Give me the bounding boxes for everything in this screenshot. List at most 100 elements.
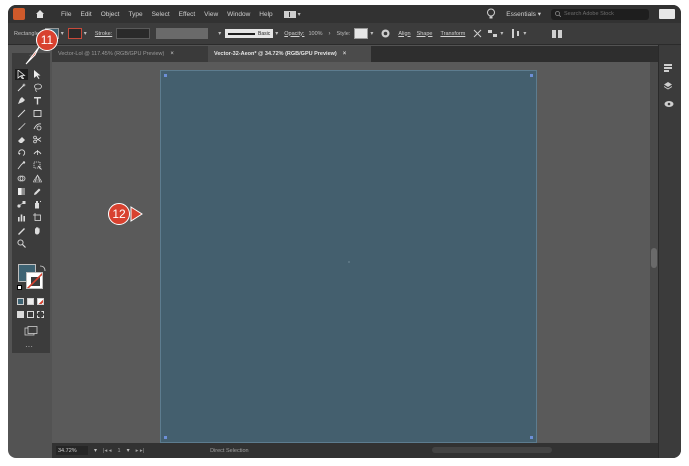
- next-artboard-button[interactable]: ▸ ▸|: [136, 448, 144, 454]
- scissors-icon[interactable]: [31, 134, 44, 145]
- brush-value: Basic: [258, 30, 271, 37]
- anchor-point[interactable]: [530, 74, 533, 77]
- width-tool-icon[interactable]: [31, 147, 44, 158]
- style-dropdown-icon[interactable]: ▾: [370, 30, 373, 37]
- arrange-icon[interactable]: [488, 29, 498, 38]
- status-bar: 34.72% ▾ |◂ ◂ 1 ▾ ▸ ▸| Direct Selection: [52, 443, 658, 458]
- distribute-icon[interactable]: [511, 29, 521, 38]
- recolor-artwork-icon[interactable]: [381, 29, 390, 38]
- free-transform-icon[interactable]: [31, 160, 44, 171]
- type-tool-icon[interactable]: [31, 95, 44, 106]
- libraries-panel-button[interactable]: [664, 99, 676, 109]
- lasso-icon[interactable]: [31, 82, 44, 93]
- menu-help[interactable]: Help: [259, 11, 272, 18]
- anchor-point[interactable]: [164, 436, 167, 439]
- stroke-weight-field[interactable]: [116, 28, 151, 39]
- symbol-sprayer-icon[interactable]: [31, 199, 44, 210]
- perspective-grid-icon[interactable]: [31, 173, 44, 184]
- opacity-value[interactable]: 100%: [308, 31, 322, 37]
- menu-edit[interactable]: Edit: [80, 11, 91, 18]
- zoom-dropdown-icon[interactable]: ▾: [94, 447, 97, 454]
- draw-normal-icon[interactable]: [17, 311, 24, 318]
- selection-tool-icon[interactable]: [15, 69, 28, 80]
- menu-type[interactable]: Type: [128, 11, 142, 18]
- home-icon[interactable]: [33, 7, 47, 21]
- brush-dropdown-icon[interactable]: ▾: [275, 30, 278, 37]
- align-label[interactable]: Align: [398, 31, 410, 37]
- gradient-mode-icon[interactable]: [27, 298, 34, 305]
- menu-object[interactable]: Object: [101, 11, 120, 18]
- menu-view[interactable]: View: [204, 11, 218, 18]
- arrange-dropdown-icon[interactable]: ▾: [500, 30, 503, 37]
- puppet-warp-icon[interactable]: [15, 160, 28, 171]
- artboard-tool-icon[interactable]: [31, 212, 44, 223]
- menu-select[interactable]: Select: [152, 11, 170, 18]
- column-graph-icon[interactable]: [15, 212, 28, 223]
- anchor-point[interactable]: [530, 436, 533, 439]
- close-icon[interactable]: ×: [170, 51, 174, 57]
- rotate-tool-icon[interactable]: [15, 147, 28, 158]
- shape-label[interactable]: Shape: [417, 31, 433, 37]
- properties-panel-button[interactable]: [664, 63, 676, 73]
- line-segment-icon[interactable]: [15, 108, 28, 119]
- draw-behind-icon[interactable]: [27, 311, 34, 318]
- canvas[interactable]: [52, 62, 650, 443]
- gradient-tool-icon[interactable]: [15, 186, 28, 197]
- opacity-arrow-icon[interactable]: ›: [329, 31, 331, 37]
- distribute-dropdown-icon[interactable]: ▾: [523, 30, 526, 37]
- zoom-level-field[interactable]: 34.72%: [56, 446, 88, 455]
- profile-dropdown-icon[interactable]: ▾: [218, 30, 221, 37]
- artboard[interactable]: [160, 70, 537, 443]
- paintbrush-icon[interactable]: [15, 121, 28, 132]
- stroke-color-swatch[interactable]: [26, 272, 43, 289]
- draw-inside-icon[interactable]: [37, 311, 44, 318]
- slice-tool-icon[interactable]: [15, 225, 28, 236]
- swap-fill-stroke-icon[interactable]: [39, 265, 46, 272]
- direct-selection-tool-icon[interactable]: [31, 69, 44, 80]
- pen-tool-icon[interactable]: [15, 95, 28, 106]
- blend-tool-icon[interactable]: [15, 199, 28, 210]
- anchor-point[interactable]: [164, 74, 167, 77]
- window-controls[interactable]: [659, 9, 675, 19]
- shape-builder-icon[interactable]: [15, 173, 28, 184]
- magic-wand-icon[interactable]: [15, 82, 28, 93]
- none-mode-icon[interactable]: [37, 298, 44, 305]
- eyedropper-icon[interactable]: [31, 186, 44, 197]
- transform-label[interactable]: Transform: [440, 31, 465, 37]
- close-icon[interactable]: ×: [343, 51, 347, 57]
- horizontal-scrollbar[interactable]: [432, 447, 552, 453]
- default-colors-icon[interactable]: [17, 285, 22, 290]
- zoom-tool-icon[interactable]: [15, 238, 28, 249]
- panel-menu-icon[interactable]: [552, 29, 563, 38]
- isolate-icon[interactable]: [473, 29, 482, 38]
- artboard-dropdown-icon[interactable]: ▾: [127, 447, 130, 454]
- menu-window[interactable]: Window: [227, 11, 250, 18]
- style-swatch[interactable]: [354, 28, 369, 39]
- variable-width-profile[interactable]: [156, 28, 209, 39]
- document-tabs: Vector-Lol @ 117.45% (RGB/GPU Preview) ×…: [52, 46, 658, 62]
- lightbulb-icon[interactable]: [486, 8, 496, 20]
- rectangle-tool-icon[interactable]: [31, 108, 44, 119]
- opacity-label[interactable]: Opacity:: [284, 31, 304, 37]
- eraser-icon[interactable]: [15, 134, 28, 145]
- first-artboard-button[interactable]: |◂ ◂: [103, 448, 111, 454]
- stroke-dropdown-icon[interactable]: ▾: [84, 30, 87, 37]
- layers-panel-button[interactable]: [664, 81, 676, 91]
- arrange-documents-icon[interactable]: ▾: [283, 10, 302, 18]
- scrollbar-thumb[interactable]: [651, 248, 657, 268]
- menu-effect[interactable]: Effect: [179, 11, 196, 18]
- brush-definition[interactable]: Basic: [225, 29, 274, 38]
- menu-file[interactable]: File: [61, 11, 71, 18]
- hand-tool-icon[interactable]: [31, 225, 44, 236]
- artboard-number[interactable]: 1: [118, 448, 121, 454]
- stroke-label[interactable]: Stroke:: [95, 31, 112, 37]
- shaper-tool-icon[interactable]: [31, 121, 44, 132]
- tab-document-2[interactable]: Vector-32-Aeon* @ 34.72% (RGB/GPU Previe…: [208, 46, 371, 62]
- tab-document-1[interactable]: Vector-Lol @ 117.45% (RGB/GPU Preview) ×: [52, 46, 208, 62]
- color-mode-icon[interactable]: [17, 298, 24, 305]
- workspace-switcher[interactable]: Essentials ▾: [506, 10, 541, 18]
- screen-mode-icon[interactable]: [24, 326, 38, 336]
- edit-toolbar-icon[interactable]: ···: [25, 343, 33, 351]
- search-stock-input[interactable]: Search Adobe Stock: [551, 8, 649, 20]
- vertical-scrollbar[interactable]: [650, 62, 658, 443]
